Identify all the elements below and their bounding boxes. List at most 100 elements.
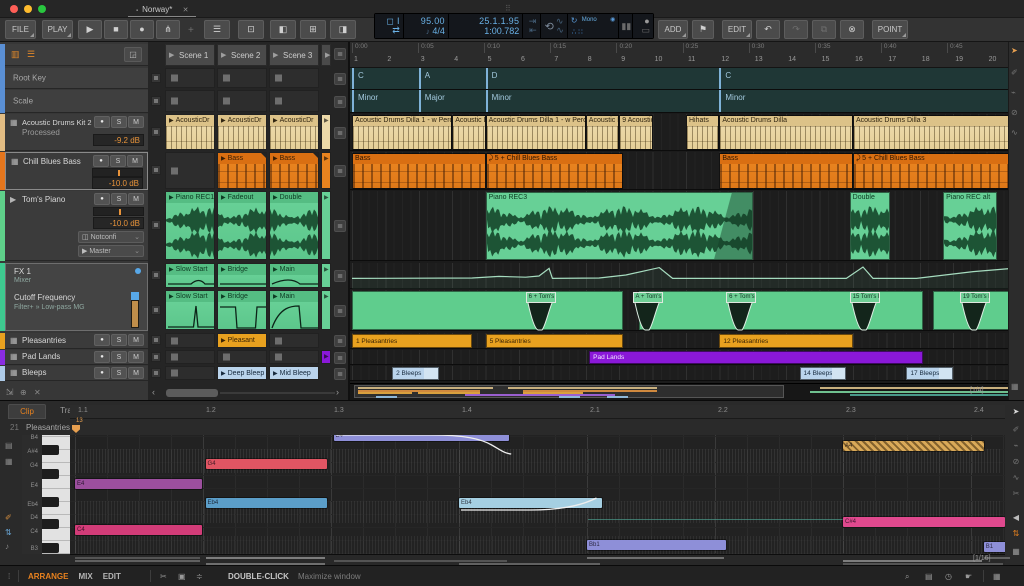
mute-button[interactable]: M: [128, 193, 144, 205]
scale-track-header[interactable]: Scale: [5, 90, 148, 113]
tool-icon[interactable]: ∿: [1009, 473, 1023, 482]
clip-slot[interactable]: ▶AcousticDr: [165, 114, 215, 150]
editor-ruler[interactable]: 1.11.21.31.42.12.22.32.4: [70, 405, 1005, 419]
page-icon[interactable]: ▤: [925, 572, 933, 581]
h-scrollbar-track[interactable]: [220, 392, 335, 394]
clip-slot[interactable]: ▶Bass: [217, 152, 267, 189]
black-key[interactable]: [42, 497, 59, 507]
right-panel-toggle[interactable]: ◨: [330, 20, 356, 39]
add-icon[interactable]: +: [188, 25, 194, 36]
track-stop-all-button[interactable]: ≣: [334, 220, 346, 232]
tool-icon[interactable]: ✐: [5, 513, 12, 522]
tool-icon[interactable]: ✂: [1009, 489, 1023, 498]
track-stop-all-button[interactable]: ≣: [334, 368, 346, 380]
record-button[interactable]: ●: [130, 20, 154, 39]
scene-play-icon[interactable]: ▶: [169, 51, 174, 59]
launcher-clip[interactable]: ▶Slow Start: [166, 291, 214, 329]
cutoff-clip-label[interactable]: 15 Tom's P: [850, 292, 880, 303]
scroll-right-icon[interactable]: ›: [336, 387, 339, 397]
redo-button[interactable]: ↷: [784, 20, 808, 39]
scene-play-icon[interactable]: ▶: [273, 51, 278, 59]
marker-button[interactable]: ⚑: [692, 20, 714, 39]
volume-fader[interactable]: [92, 168, 143, 177]
velocity-bar[interactable]: [75, 560, 200, 562]
clip-slot[interactable]: ▶AcousticDr: [217, 114, 267, 150]
add-lane-icon[interactable]: ⊕: [20, 388, 27, 397]
black-key[interactable]: [42, 543, 59, 553]
minimize-window-button[interactable]: [24, 5, 32, 13]
arranger-clip-drums[interactable]: Acoustic D: [452, 115, 485, 150]
clip-slot[interactable]: ▶Mid Bleep: [269, 366, 319, 380]
key-marker[interactable]: A: [419, 68, 449, 89]
tool-icon[interactable]: ⌁: [1011, 88, 1016, 97]
modulation-dot-icon[interactable]: [135, 268, 141, 274]
edit-button[interactable]: EDIT: [722, 20, 752, 39]
cutoff-track-name[interactable]: Cutoff Frequency: [14, 293, 75, 302]
arranger-clip-drums[interactable]: Acoustic Drums Dilla 1 - w Perc: [352, 115, 452, 150]
arranger-clip-drums[interactable]: Acoustic Drums Dilla 1 - w Perc: [486, 115, 586, 150]
search-icon[interactable]: ⌕: [905, 572, 909, 582]
arranger-clip-bleeps[interactable]: 14 Bleeps: [800, 367, 847, 380]
track-header-chill-blues-bass[interactable]: ▦ Chill Blues Bass ●SM -10.0 dB: [5, 152, 148, 190]
launcher-clip[interactable]: ▶Pleasant: [218, 334, 266, 347]
arm-button[interactable]: ●: [94, 334, 110, 346]
volume-fader[interactable]: [93, 207, 144, 216]
clip-play-icon[interactable]: ▶: [169, 195, 174, 201]
clip-slot[interactable]: ▶Double: [269, 191, 319, 260]
h-scrollbar-thumb[interactable]: [166, 389, 218, 397]
clip-slot-partial[interactable]: ▶: [321, 191, 331, 260]
clip-play-icon[interactable]: ▶: [273, 371, 278, 377]
cutoff-segment[interactable]: [639, 291, 923, 330]
arm-button[interactable]: ●: [93, 155, 109, 167]
stop-all-scenes-button[interactable]: ≣: [334, 48, 346, 60]
scene-header-partial[interactable]: ▶: [321, 44, 331, 66]
cutoff-clip-label[interactable]: 19 Tom's P: [960, 292, 990, 303]
launcher-clip[interactable]: ▶Main: [270, 264, 318, 287]
track-name[interactable]: Tom's Piano: [22, 195, 65, 204]
clip-slot[interactable]: ▶AcousticDr: [269, 114, 319, 150]
clip-slot-partial[interactable]: ▶: [321, 290, 331, 330]
launcher-clip[interactable]: ▶Bridge: [218, 291, 266, 329]
clip-stop-button[interactable]: [151, 127, 161, 137]
solo-button[interactable]: S: [111, 334, 127, 346]
track-stop-all-button[interactable]: ≣: [334, 165, 346, 177]
tool-icon[interactable]: ➤: [1009, 407, 1023, 416]
mute-button[interactable]: M: [128, 334, 144, 346]
keyboard-icon[interactable]: ▦: [993, 572, 1001, 581]
arranger-clip-drums[interactable]: Hihats: [686, 115, 719, 150]
piano-roll[interactable]: E4C4G4Eb4B4Eb4Bb1A4C#4B1: [70, 435, 1005, 554]
solo-button[interactable]: S: [111, 367, 127, 379]
punch-cell[interactable]: ⇥ ⇤: [523, 14, 539, 38]
record-source-cell[interactable]: ● ▭: [633, 14, 653, 38]
launcher-clip-partial[interactable]: ▶: [322, 115, 330, 149]
clip-play-icon[interactable]: ▶: [221, 156, 226, 162]
black-key[interactable]: [42, 445, 59, 455]
clock-icon[interactable]: ◷: [945, 572, 952, 581]
scale-lane[interactable]: MinorMajorMinorMinor: [350, 90, 1008, 113]
velocity-bar[interactable]: [334, 560, 507, 562]
playhead-marker-icon[interactable]: [72, 425, 80, 433]
clip-slot[interactable]: [269, 333, 319, 348]
arm-button[interactable]: ●: [94, 116, 110, 128]
tool-icon[interactable]: ⊘: [1011, 108, 1018, 117]
tool-icon[interactable]: ▦: [1009, 547, 1023, 556]
tool-icon[interactable]: ▦: [1011, 382, 1019, 391]
tool-icon[interactable]: ▤: [5, 441, 13, 450]
track-stop-all-button[interactable]: ≣: [334, 335, 346, 347]
cutoff-segment[interactable]: [352, 291, 623, 330]
arranger-clip-piano[interactable]: Double: [850, 192, 890, 260]
track-stop-all-button[interactable]: ≣: [334, 352, 346, 364]
tool-icon[interactable]: ⇅: [1009, 529, 1023, 538]
mode-arrange[interactable]: ARRANGE: [28, 572, 68, 581]
arranger-clip-pleasantries[interactable]: 5 Pleasantries: [486, 334, 623, 348]
play-menu-button[interactable]: PLAY: [42, 20, 73, 39]
mode-mix[interactable]: MIX: [78, 572, 92, 581]
mixer-icon[interactable]: ≑: [196, 572, 203, 581]
macro-slider[interactable]: [131, 292, 139, 328]
clip-play-icon[interactable]: ▶: [273, 118, 278, 124]
scale-marker[interactable]: Major: [419, 90, 459, 112]
arranger-clip-drums[interactable]: Acoustic Drums Dilla 3: [853, 115, 1008, 150]
track-name[interactable]: Chill Blues Bass: [23, 157, 81, 166]
clip-play-icon[interactable]: ▶: [221, 118, 226, 124]
clip-stop-button[interactable]: [151, 96, 161, 106]
